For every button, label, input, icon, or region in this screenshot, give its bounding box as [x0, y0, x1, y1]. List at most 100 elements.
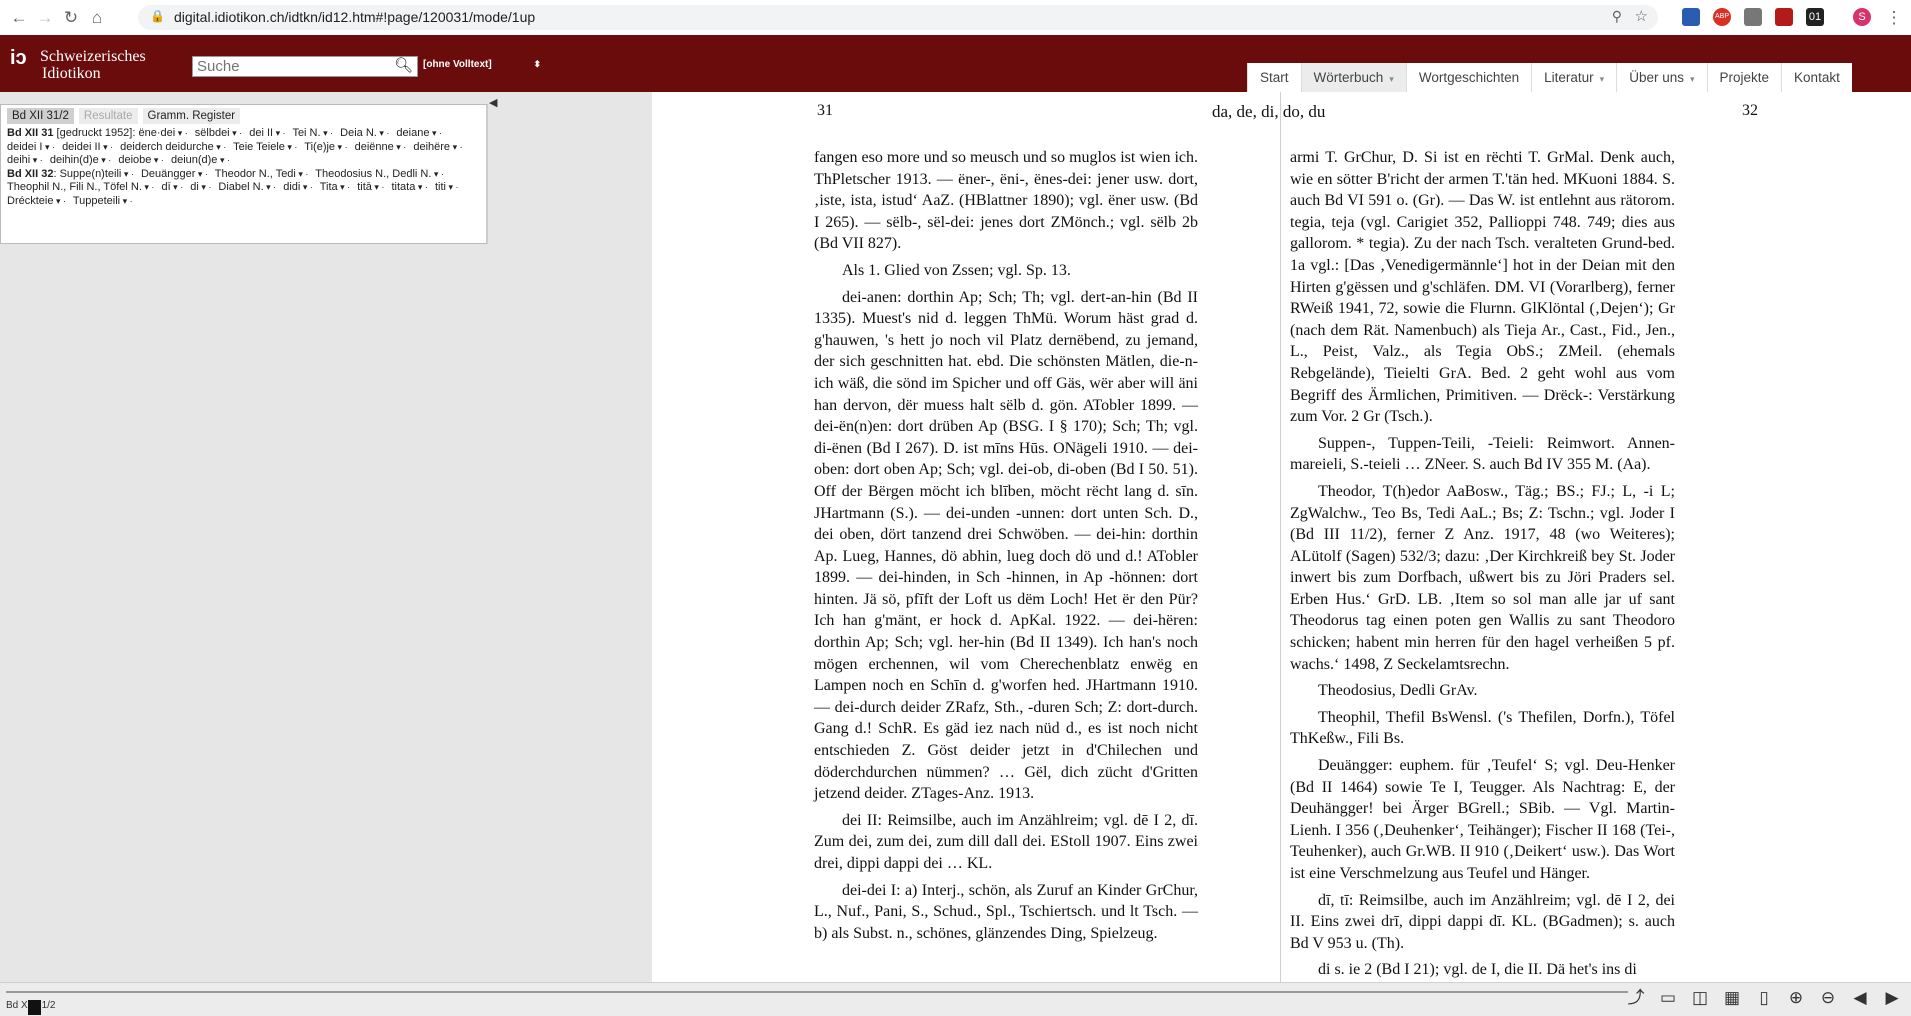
entry-link[interactable]: sëlbdei ▾ · [195, 127, 242, 139]
entry-link[interactable]: deidei I ▾ · [7, 141, 55, 153]
chevron-down-icon: ▾ · [295, 168, 309, 179]
entry-label: sëlbdei [194, 127, 230, 139]
entry-label: deiobe [118, 154, 152, 166]
volltext-select[interactable]: [ohne Volltext] ⬍ [423, 59, 543, 75]
entry-link[interactable]: Theodosius N., Dedli N. ▾ · [315, 168, 444, 180]
entry-link[interactable]: Ti(e)je ▾ · [304, 141, 347, 153]
chevron-down-icon: ▾ · [337, 182, 351, 192]
entry-label: deidei I [7, 140, 43, 153]
browser-toolbar: ← → ↻ ⌂ 🔒 digital.idiotikon.ch/idtkn/id1… [0, 0, 1911, 36]
chevron-down-icon: ▾ · [100, 141, 114, 152]
back-icon[interactable]: ← [8, 7, 30, 29]
entry-link[interactable]: Suppe(n)teili ▾ · [60, 168, 134, 180]
volume-title: Bd XII 31 [7, 127, 54, 139]
tab-resultate[interactable]: Resultate [78, 108, 138, 124]
menu-projekte[interactable]: Projekte [1706, 63, 1782, 92]
entry-link[interactable]: Teie Teiele ▾ · [233, 141, 297, 153]
entry-link[interactable]: Dréckteie ▾ · [7, 195, 66, 207]
entry-label: deiderch deidurche [120, 140, 214, 153]
entry-link[interactable]: titā ▾ · [357, 181, 384, 193]
entry-link[interactable]: deiobe ▾ · [118, 154, 164, 166]
previous-page-icon[interactable]: ◀ [1849, 988, 1871, 1008]
profile-avatar[interactable]: S [1853, 8, 1871, 26]
entry-link[interactable]: deihin(d)e ▾ · [50, 154, 111, 166]
search-icon[interactable]: 🔍︎ [394, 56, 413, 74]
shield-icon[interactable] [1775, 8, 1793, 26]
zoom-icon[interactable]: ⚲ [1612, 8, 1622, 25]
menu-ueber-uns[interactable]: Über uns ▾ [1616, 63, 1706, 92]
chevron-down-icon: ▾ · [121, 168, 134, 179]
entry-link[interactable]: dī ▾ · [161, 181, 183, 193]
entry-link[interactable]: deiane ▾ · [396, 127, 442, 139]
chevron-down-icon: ▾ · [445, 182, 459, 192]
entry-text: Als 1. Glied von Zssen; vgl. Sp. 13. [842, 261, 1071, 279]
forward-icon[interactable]: → [34, 7, 56, 29]
entry-link[interactable]: deihëre ▾ · [413, 141, 462, 153]
two-page-view-icon[interactable]: ◫ [1689, 988, 1711, 1008]
mobile-view-icon[interactable]: ▯ [1753, 988, 1775, 1008]
entry-link[interactable]: Tei N. ▾ · [292, 127, 333, 139]
menu-start[interactable]: Start [1247, 63, 1301, 92]
menu-label: Wörterbuch [1313, 70, 1384, 85]
collapse-panel-icon[interactable]: ◀ [489, 96, 497, 109]
menu-literatur[interactable]: Literatur ▾ [1531, 63, 1616, 92]
menu-kontakt[interactable]: Kontakt [1781, 63, 1852, 92]
entry-link[interactable]: deiënne ▾ · [355, 141, 407, 153]
entry-link[interactable]: Theophil N., Fili N., Töfel N. ▾ · [7, 181, 154, 193]
chevron-down-icon: ▾ · [431, 168, 444, 179]
menu-dots-icon[interactable]: ⋮ [1883, 7, 1905, 29]
volltext-label: [ohne Volltext] [423, 59, 492, 70]
address-bar[interactable]: 🔒 digital.idiotikon.ch/idtkn/id12.htm#!p… [138, 5, 1658, 30]
entry-link[interactable]: Tuppeteili ▾ · [73, 195, 133, 207]
bookmark-star-icon[interactable]: ☆ [1635, 7, 1648, 25]
menu-label: Projekte [1719, 70, 1770, 85]
entry-link[interactable]: Tita ▾ · [320, 181, 350, 193]
menu-wortgeschichten[interactable]: Wortgeschichten [1405, 63, 1531, 92]
zoom-out-icon[interactable]: ⊖ [1817, 988, 1839, 1008]
thumbnail-view-icon[interactable]: ▦ [1721, 988, 1743, 1008]
entry-link[interactable]: Deia N. ▾ · [340, 127, 389, 139]
tab-gramm-register[interactable]: Gramm. Register [142, 108, 241, 124]
entry-text: armi T. GrChur, D. Si ist en rëchti T. G… [1290, 149, 1675, 426]
share-icon[interactable]: ⤴ [1625, 988, 1647, 1008]
entry-link[interactable]: deiun(d)e ▾ · [171, 154, 230, 166]
entry-link[interactable]: Theodor N., Tedi ▾ · [215, 168, 309, 180]
entry-link[interactable]: deiderch deidurche ▾ · [120, 141, 226, 153]
entry-link[interactable]: di ▾ · [190, 181, 211, 193]
page-number-left: 31 [817, 102, 833, 119]
search-input[interactable] [192, 56, 418, 77]
zoom-in-icon[interactable]: ⊕ [1785, 988, 1807, 1008]
chevron-down-icon: ▾ · [300, 182, 313, 192]
entry-label: deiun(d)e [170, 154, 218, 166]
chevron-down-icon: ▾ · [335, 141, 348, 152]
reload-icon[interactable]: ↻ [60, 7, 82, 29]
entry-link[interactable]: dei II ▾ · [249, 127, 285, 139]
entry-text: dī, tī: Reimsilbe, auch im Anzählreim; v… [1290, 891, 1675, 952]
entry-link[interactable]: deidei II ▾ · [62, 141, 113, 153]
entry-link[interactable]: deihi ▾ · [7, 154, 43, 166]
extension-icon[interactable] [1682, 8, 1700, 26]
entry-link[interactable]: ëne·dei ▾ · [138, 127, 187, 139]
home-icon[interactable]: ⌂ [86, 7, 108, 29]
entry-link[interactable]: Deuängger ▾ · [141, 168, 208, 180]
one-page-view-icon[interactable]: ▭ [1657, 988, 1679, 1008]
extension-01-icon[interactable]: 01 [1806, 8, 1824, 26]
adblock-icon[interactable]: ABP [1713, 8, 1731, 26]
logo-line1: Schweizerisches [40, 48, 146, 65]
entry-link[interactable]: didi ▾ · [283, 181, 313, 193]
recycle-icon[interactable] [1744, 8, 1762, 26]
entry-link[interactable]: Diabel N. ▾ · [218, 181, 276, 193]
tab-volume[interactable]: Bd XII 31/2 [7, 108, 74, 124]
chevron-down-icon: ▾ · [141, 182, 155, 192]
entry-link[interactable]: titi ▾ · [435, 181, 459, 193]
entry-link[interactable]: titata ▾ · [392, 181, 428, 193]
idiotikon-logo-icon[interactable]: iↄ [10, 47, 27, 70]
page-slider-handle[interactable] [28, 1000, 41, 1015]
entry-label: di [190, 181, 199, 193]
menu-woerterbuch[interactable]: Wörterbuch ▾ [1300, 63, 1406, 92]
next-page-icon[interactable]: ▶ [1881, 988, 1903, 1008]
volume-31-block: Bd XII 31 [gedruckt 1952]: ëne·dei ▾ · s… [7, 127, 477, 168]
page-slider-track[interactable] [6, 991, 1628, 993]
site-logo[interactable]: Schweizerisches Idiotikon [40, 48, 146, 82]
page-number-right: 32 [1742, 102, 1758, 119]
